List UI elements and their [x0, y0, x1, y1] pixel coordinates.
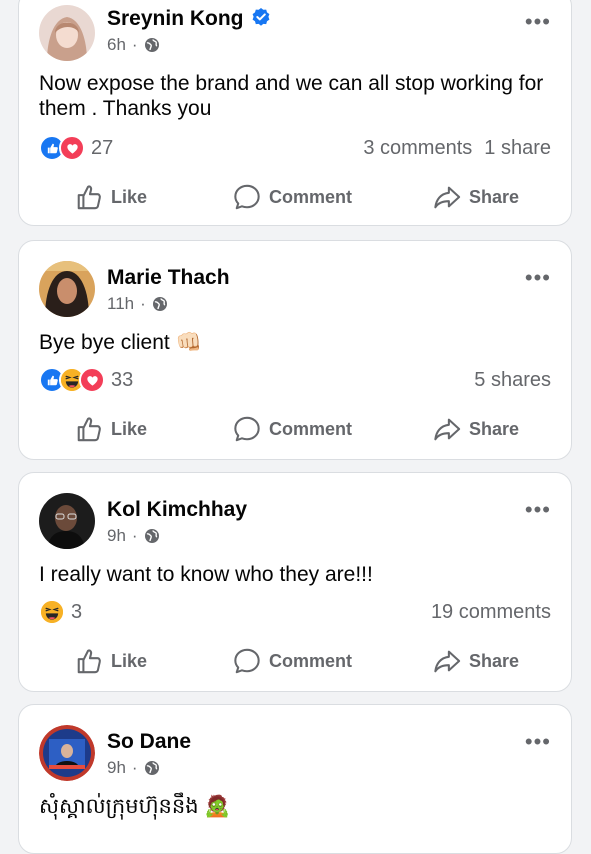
globe-icon — [152, 296, 168, 312]
share-label: Share — [469, 418, 520, 439]
shares-count[interactable]: 5 shares — [474, 369, 551, 391]
post-stats: 5 shares — [474, 369, 551, 392]
post-meta: 11h · — [107, 294, 168, 314]
comment-bubble-icon — [233, 183, 261, 211]
post-text: I really want to know who they are!!! — [39, 563, 373, 586]
comment-button[interactable]: Comment — [233, 415, 352, 443]
globe-icon — [144, 37, 160, 53]
globe-icon — [144, 760, 160, 776]
reaction-count: 3 — [71, 600, 83, 623]
avatar[interactable] — [39, 493, 95, 549]
like-button[interactable]: Like — [75, 647, 147, 675]
avatar[interactable] — [39, 261, 95, 317]
like-label: Like — [111, 186, 148, 207]
thumbs-up-icon — [75, 647, 103, 675]
more-options-icon[interactable]: ••• — [525, 731, 551, 753]
post-text: Bye bye client 👊🏻 — [39, 331, 202, 354]
post-time[interactable]: 9h — [107, 526, 126, 546]
post-card: Marie Thach 11h · ••• Bye bye client 👊🏻 … — [18, 240, 572, 460]
love-reaction-icon — [59, 135, 85, 161]
comment-label: Comment — [269, 418, 353, 439]
comments-count[interactable]: 19 comments — [431, 601, 551, 623]
reactions-summary[interactable]: 27 — [39, 135, 113, 161]
comment-button[interactable]: Comment — [233, 647, 352, 675]
like-button[interactable]: Like — [75, 415, 147, 443]
comment-bubble-icon — [233, 415, 261, 443]
author-name[interactable]: So Dane — [107, 730, 191, 754]
comment-bubble-icon — [233, 647, 261, 675]
action-bar: Like Comment Share — [19, 415, 571, 455]
action-bar: Like Comment Share — [19, 183, 571, 223]
post-card: Kol Kimchhay 9h · ••• I really want to k… — [18, 472, 572, 692]
post-time[interactable]: 6h — [107, 35, 126, 55]
reaction-count: 27 — [91, 136, 114, 159]
post-stats: 19 comments — [431, 601, 551, 624]
post-time[interactable]: 9h — [107, 758, 126, 778]
more-options-icon[interactable]: ••• — [525, 499, 551, 521]
action-bar: Like Comment Share — [19, 647, 571, 687]
verified-badge-icon — [252, 8, 270, 26]
share-button[interactable]: Share — [433, 647, 519, 675]
reaction-count: 33 — [111, 368, 134, 391]
more-options-icon[interactable]: ••• — [525, 11, 551, 33]
avatar[interactable] — [39, 5, 95, 61]
more-options-icon[interactable]: ••• — [525, 267, 551, 289]
meta-separator: · — [140, 294, 146, 313]
shares-count[interactable]: 1 share — [484, 137, 551, 159]
post-text: Now expose the brand and we can all stop… — [39, 72, 544, 120]
post-meta: 9h · — [107, 758, 160, 778]
comment-button[interactable]: Comment — [233, 183, 352, 211]
post-time[interactable]: 11h — [107, 294, 134, 314]
author-name[interactable]: Sreynin Kong — [107, 7, 271, 31]
share-arrow-icon — [433, 647, 461, 675]
comment-label: Comment — [269, 650, 353, 671]
comments-count[interactable]: 3 comments — [363, 137, 472, 159]
reactions-summary[interactable]: 33 — [39, 367, 133, 393]
share-button[interactable]: Share — [433, 415, 519, 443]
comment-label: Comment — [269, 186, 353, 207]
share-arrow-icon — [433, 415, 461, 443]
post-card: Sreynin Kong 6h · ••• Now expose the bra… — [18, 0, 572, 226]
meta-separator: · — [131, 526, 138, 545]
haha-reaction-icon — [39, 599, 65, 625]
post-meta: 6h · — [107, 35, 160, 55]
share-button[interactable]: Share — [433, 183, 519, 211]
share-label: Share — [469, 186, 520, 207]
post-meta: 9h · — [107, 526, 160, 546]
share-arrow-icon — [433, 183, 461, 211]
meta-separator: · — [131, 35, 138, 54]
author-name[interactable]: Marie Thach — [107, 266, 230, 290]
post-card: So Dane 9h · ••• សុំស្គាល់ក្រុមហ៊ុននឹង 🧟 — [18, 704, 572, 854]
author-name[interactable]: Kol Kimchhay — [107, 498, 247, 522]
love-reaction-icon — [79, 367, 105, 393]
avatar[interactable] — [39, 725, 95, 781]
share-label: Share — [469, 650, 520, 671]
post-text: សុំស្គាល់ក្រុមហ៊ុននឹង 🧟 — [39, 795, 231, 818]
thumbs-up-icon — [75, 415, 103, 443]
meta-separator: · — [131, 758, 138, 777]
like-label: Like — [111, 650, 148, 671]
reactions-summary[interactable]: 3 — [39, 599, 82, 625]
like-label: Like — [111, 418, 148, 439]
post-stats: 3 comments 1 share — [363, 137, 551, 160]
thumbs-up-icon — [75, 183, 103, 211]
like-button[interactable]: Like — [75, 183, 147, 211]
globe-icon — [144, 528, 160, 544]
